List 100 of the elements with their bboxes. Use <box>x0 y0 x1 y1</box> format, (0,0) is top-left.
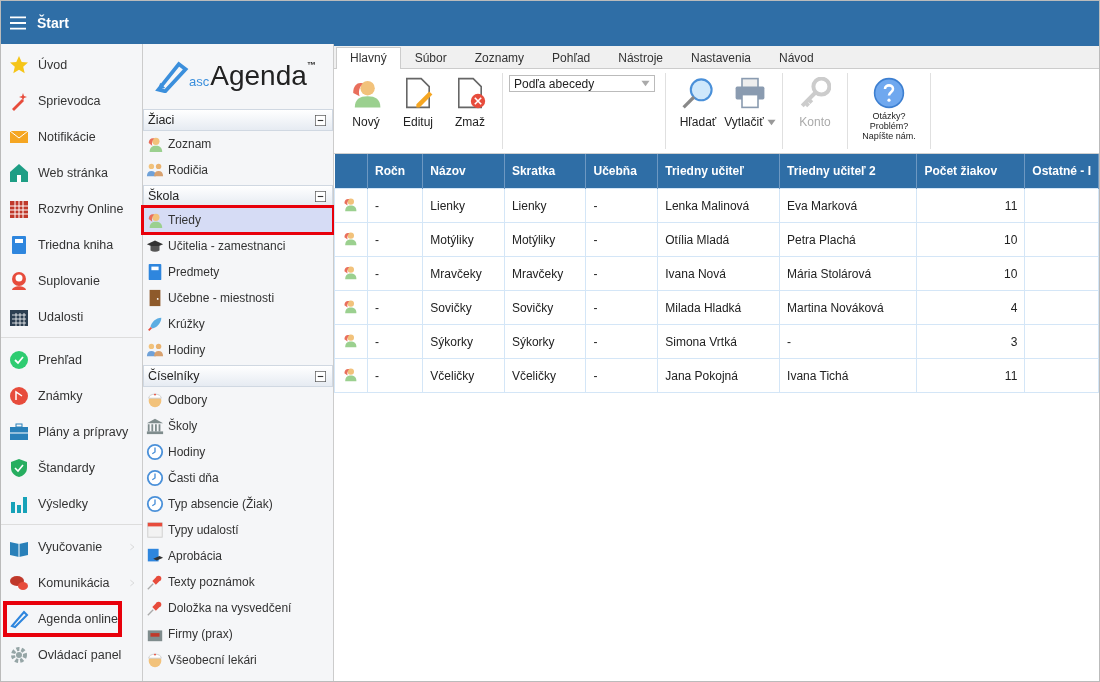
section-header[interactable]: Žiaci <box>143 109 333 131</box>
list-item[interactable]: Učebne - miestnosti <box>143 285 333 311</box>
column-header[interactable]: Názov <box>422 154 505 189</box>
nav-item[interactable]: Známky <box>1 378 142 414</box>
sort-dropdown[interactable]: Podľa abecedy <box>509 75 655 92</box>
list-item[interactable]: Rodičia <box>143 157 333 183</box>
person-icon <box>146 135 164 153</box>
table-cell: - <box>586 324 658 359</box>
nav-item[interactable]: Sprievodca <box>1 83 142 119</box>
table-cell: - <box>586 222 658 257</box>
briefcase-icon <box>9 422 29 442</box>
nav-item[interactable]: Triedna kniha <box>1 227 142 263</box>
table-cell: Lienky <box>504 188 586 223</box>
bar-chart-icon <box>9 494 29 514</box>
book-icon <box>146 263 164 281</box>
table-cell: - <box>586 290 658 325</box>
collapse-icon[interactable] <box>315 114 326 126</box>
ribbon-tab[interactable]: Nastavenia <box>676 47 765 68</box>
nav-item[interactable]: Ovládací panel <box>1 637 142 673</box>
person-icon <box>342 264 358 280</box>
collapse-icon[interactable] <box>315 190 326 202</box>
collapse-icon[interactable] <box>315 370 326 382</box>
section-header[interactable]: Číselníky <box>143 365 333 387</box>
list-item[interactable]: Školy <box>143 413 333 439</box>
page-title: Štart <box>37 14 69 31</box>
table-cell: Včeličky <box>504 358 586 393</box>
section-header[interactable]: Škola <box>143 185 333 207</box>
list-item[interactable]: Všeobecní lekári <box>143 647 333 673</box>
list-item[interactable]: Časti dňa <box>143 465 333 491</box>
column-header[interactable]: Triedny učiteľ 2 <box>779 154 917 189</box>
nav-item[interactable]: Plány a prípravy <box>1 414 142 450</box>
column-header-blank[interactable] <box>334 154 368 189</box>
list-item[interactable]: Typ absencie (Žiak) <box>143 491 333 517</box>
pushpin-icon <box>146 599 164 617</box>
nav-item[interactable]: Štandardy <box>1 450 142 486</box>
list-item[interactable]: Krúžky <box>143 311 333 337</box>
nav-item[interactable]: Úvod <box>1 47 142 83</box>
calendar-icon <box>9 307 29 327</box>
table-cell: 11 <box>916 188 1025 223</box>
list-item[interactable]: Odbory <box>143 387 333 413</box>
column-header[interactable]: Ročn <box>367 154 423 189</box>
nav-item[interactable]: Komunikácia <box>1 565 142 601</box>
column-header[interactable]: Učebňa <box>586 154 658 189</box>
clock-icon <box>146 495 164 513</box>
list-item[interactable]: Doložka na vysvedčení <box>143 595 333 621</box>
ribbon-tab[interactable]: Zoznamy <box>460 47 539 68</box>
search-icon <box>682 77 714 109</box>
ribbon-button[interactable]: Hľadať <box>672 73 724 149</box>
column-header[interactable]: Počet žiakov <box>916 154 1025 189</box>
ribbon-tab[interactable]: Hlavný <box>336 47 401 69</box>
grade-circle-icon <box>9 386 29 406</box>
nav-item[interactable]: Rozvrhy Online <box>1 191 142 227</box>
column-header[interactable]: Skratka <box>504 154 586 189</box>
table-cell: Milada Hladká <box>657 290 780 325</box>
ribbon-button[interactable]: Vytlačiť <box>724 73 776 149</box>
nav-item[interactable]: Notifikácie <box>1 119 142 155</box>
table-cell: 3 <box>916 324 1025 359</box>
column-header[interactable]: Triedny učiteľ <box>657 154 780 189</box>
list-item[interactable]: Zoznam <box>143 131 333 157</box>
table-cell: 11 <box>916 358 1025 393</box>
house-icon <box>9 163 29 183</box>
ribbon-tab[interactable]: Nástroje <box>604 47 677 68</box>
ribbon-button[interactable]: Edituj <box>392 73 444 149</box>
column-header[interactable]: Ostatné - I <box>1024 154 1099 189</box>
nav-item[interactable]: Agenda online <box>3 601 122 637</box>
list-item[interactable]: Hodiny <box>143 439 333 465</box>
table-cell: Sovičky <box>504 290 586 325</box>
person-icon <box>342 298 358 314</box>
ribbon-tab[interactable]: Návod <box>765 47 828 68</box>
menu-icon[interactable] <box>9 14 27 31</box>
table-cell: 10 <box>916 222 1025 257</box>
ribbon-button[interactable]: Zmaž <box>444 73 496 149</box>
nav-item[interactable]: Web stránka <box>1 155 142 191</box>
ribbon-button[interactable]: Nový <box>340 73 392 149</box>
list-item[interactable]: Texty poznámok <box>143 569 333 595</box>
list-item[interactable]: Triedy <box>143 207 333 233</box>
nav-item[interactable]: Prehľad <box>1 342 142 378</box>
list-item[interactable]: Učitelia - zamestnanci <box>143 233 333 259</box>
nav-item[interactable]: Vyučovanie <box>1 529 142 565</box>
ribbon-tab[interactable]: Pohľad <box>538 47 605 68</box>
list-item[interactable]: Hodiny <box>143 337 333 363</box>
ribbon-tab[interactable]: Súbor <box>400 47 461 68</box>
table-cell: Simona Vrtká <box>657 324 780 359</box>
nav-item[interactable]: Suplovanie <box>1 263 142 299</box>
nav-item[interactable]: Udalosti <box>1 299 142 335</box>
table-cell: - <box>367 358 423 393</box>
app-logo-text: ascAgenda$^{™}$ <box>189 59 316 92</box>
table-cell: Sovičky <box>422 290 505 325</box>
table-cell: - <box>367 290 423 325</box>
list-item[interactable]: Aprobácia <box>143 543 333 569</box>
table-cell: 4 <box>916 290 1025 325</box>
help-icon <box>873 77 905 109</box>
nav-item[interactable]: Výsledky <box>1 486 142 522</box>
list-item[interactable]: Predmety <box>143 259 333 285</box>
clock-icon <box>146 469 164 487</box>
list-item[interactable]: Firmy (prax) <box>143 621 333 647</box>
list-item[interactable]: Typy udalostí <box>143 517 333 543</box>
help-button[interactable]: Otázky? Problém? Napíšte nám. <box>854 73 924 149</box>
chat-bubbles-icon <box>9 573 29 593</box>
gear-icon <box>9 645 29 665</box>
